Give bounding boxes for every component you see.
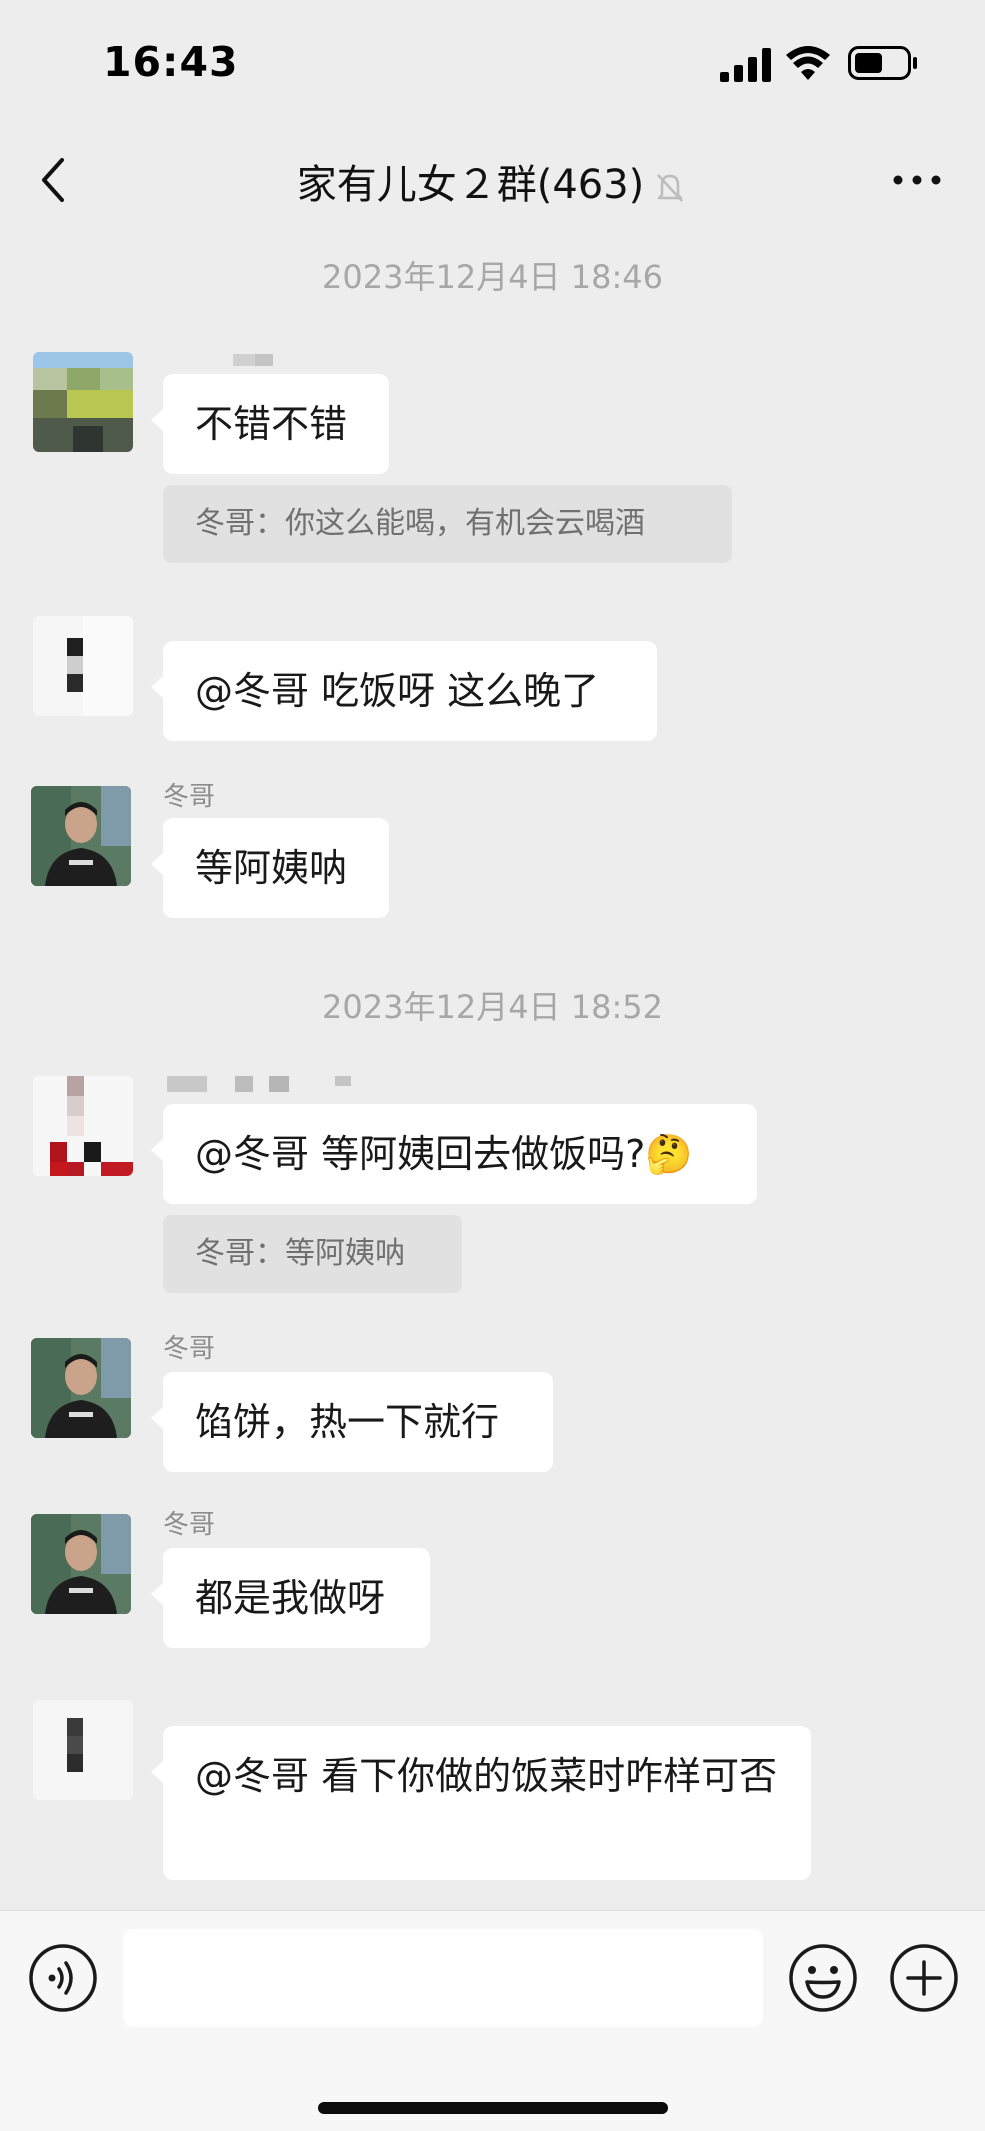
message-timestamp: 2023年12月4日 18:52	[322, 988, 663, 1026]
more-options-button[interactable]	[890, 160, 944, 200]
pixelated-avatar-image	[33, 1700, 133, 1800]
message-bubble[interactable]: 等阿姨呐	[151, 818, 389, 918]
message-bubble[interactable]: @冬哥 等阿姨回去做饭吗?🤔	[151, 1104, 757, 1204]
message-text: 等阿姨呐	[195, 846, 348, 890]
quoted-reply[interactable]: 冬哥：你这么能喝，有机会云喝酒	[163, 485, 732, 563]
status-bar: 16:43	[0, 0, 985, 130]
avatar[interactable]	[31, 786, 131, 886]
blurred-sender-name	[167, 1076, 351, 1092]
message-bubble[interactable]: @冬哥 吃饭呀 这么晚了	[151, 641, 657, 741]
quoted-reply[interactable]: 冬哥：等阿姨呐	[163, 1215, 462, 1293]
avatar[interactable]	[31, 1338, 131, 1438]
avatar[interactable]	[31, 1514, 131, 1614]
message-bubble[interactable]: 不错不错	[151, 374, 389, 474]
message-text: @冬哥 吃饭呀 这么晚了	[195, 669, 600, 713]
chat-input-bar	[0, 1910, 985, 2131]
voice-input-button[interactable]	[28, 1943, 98, 2013]
cellular-signal-icon	[720, 48, 771, 82]
message-bubble[interactable]: 馅饼，热一下就行	[151, 1372, 553, 1472]
more-functions-plus-button[interactable]	[889, 1943, 959, 2013]
message-bubble[interactable]: @冬哥 看下你做的饭菜时咋样可否	[151, 1726, 811, 1880]
quoted-reply-text: 冬哥：等阿姨呐	[195, 1236, 405, 1271]
mute-bell-icon	[657, 174, 684, 202]
message-text: 不错不错	[195, 402, 348, 446]
avatar[interactable]	[33, 616, 133, 716]
wifi-icon	[786, 46, 830, 80]
pixelated-avatar-image	[33, 352, 133, 452]
quoted-reply-text: 冬哥：你这么能喝，有机会云喝酒	[195, 506, 645, 541]
chat-title: 家有儿女２群(463)	[296, 162, 645, 208]
message-text: 馅饼，热一下就行	[195, 1400, 500, 1444]
emoji-button[interactable]	[788, 1943, 858, 2013]
sender-name: 冬哥	[163, 782, 216, 812]
home-indicator[interactable]	[318, 2102, 668, 2114]
thinking-face-emoji: 🤔	[645, 1132, 693, 1176]
person-avatar-photo	[31, 786, 131, 886]
message-timestamp: 2023年12月4日 18:46	[322, 258, 663, 296]
battery-icon	[848, 46, 917, 80]
avatar[interactable]	[33, 1700, 133, 1800]
pixelated-avatar-image	[33, 616, 133, 716]
message-text: 都是我做呀	[195, 1576, 386, 1620]
message-text: @冬哥 等阿姨回去做饭吗?	[195, 1132, 646, 1176]
sender-name: 冬哥	[163, 1334, 216, 1364]
avatar[interactable]	[33, 352, 133, 452]
message-bubble[interactable]: 都是我做呀	[151, 1548, 430, 1648]
person-avatar-photo	[31, 1514, 131, 1614]
status-time: 16:43	[103, 38, 239, 86]
blurred-sender-name	[233, 354, 273, 366]
message-text: @冬哥 看下你做的饭菜时咋样可否	[195, 1754, 778, 1798]
sender-name: 冬哥	[163, 1510, 216, 1540]
chat-title-wrap: 家有儿女２群(463)	[0, 152, 985, 210]
message-input[interactable]	[123, 1929, 763, 2027]
chat-header: 家有儿女２群(463)	[0, 130, 985, 230]
avatar[interactable]	[33, 1076, 133, 1176]
person-avatar-photo	[31, 1338, 131, 1438]
pixelated-avatar-image	[33, 1076, 133, 1176]
